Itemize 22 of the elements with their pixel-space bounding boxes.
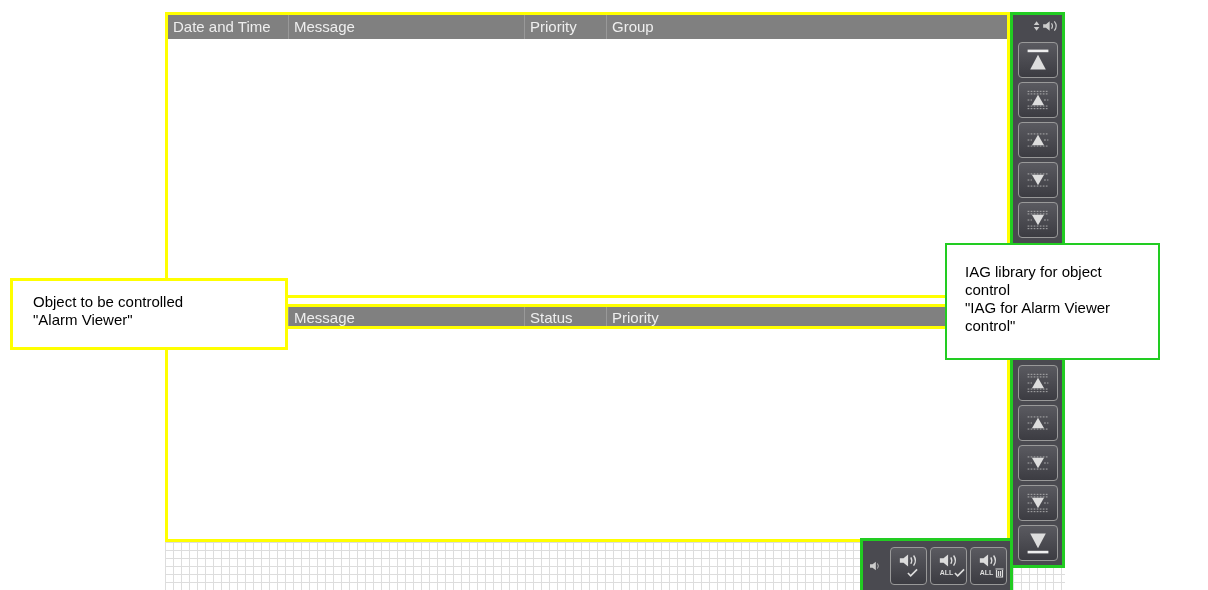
checkmark-icon — [954, 567, 966, 578]
down-button[interactable] — [1017, 162, 1058, 198]
ack-button[interactable] — [890, 546, 927, 585]
page-up-button[interactable] — [1017, 365, 1058, 401]
page-up-button[interactable] — [1017, 82, 1058, 118]
sort-sound-icon — [1031, 20, 1059, 32]
up-button[interactable] — [1017, 122, 1058, 158]
column-header: Message — [288, 15, 524, 39]
column-header: Date and Time — [172, 17, 272, 37]
page-down-button[interactable] — [1017, 485, 1058, 521]
callout-note: Object to be controlled "Alarm Viewer" — [10, 278, 288, 350]
last-button[interactable] — [1017, 525, 1058, 561]
column-header: Priority — [524, 15, 606, 39]
down-button[interactable] — [1017, 445, 1058, 481]
column-header: Group — [606, 15, 1007, 39]
callout-note: IAG library for object control "IAG for Alarm Viewer control" — [945, 243, 1160, 360]
speaker-icon — [869, 560, 881, 571]
page-down-button[interactable] — [1017, 202, 1058, 238]
trash-icon — [994, 567, 1006, 578]
up-button[interactable] — [1017, 405, 1058, 441]
first-button[interactable] — [1017, 42, 1058, 78]
checkmark-icon — [907, 567, 918, 578]
